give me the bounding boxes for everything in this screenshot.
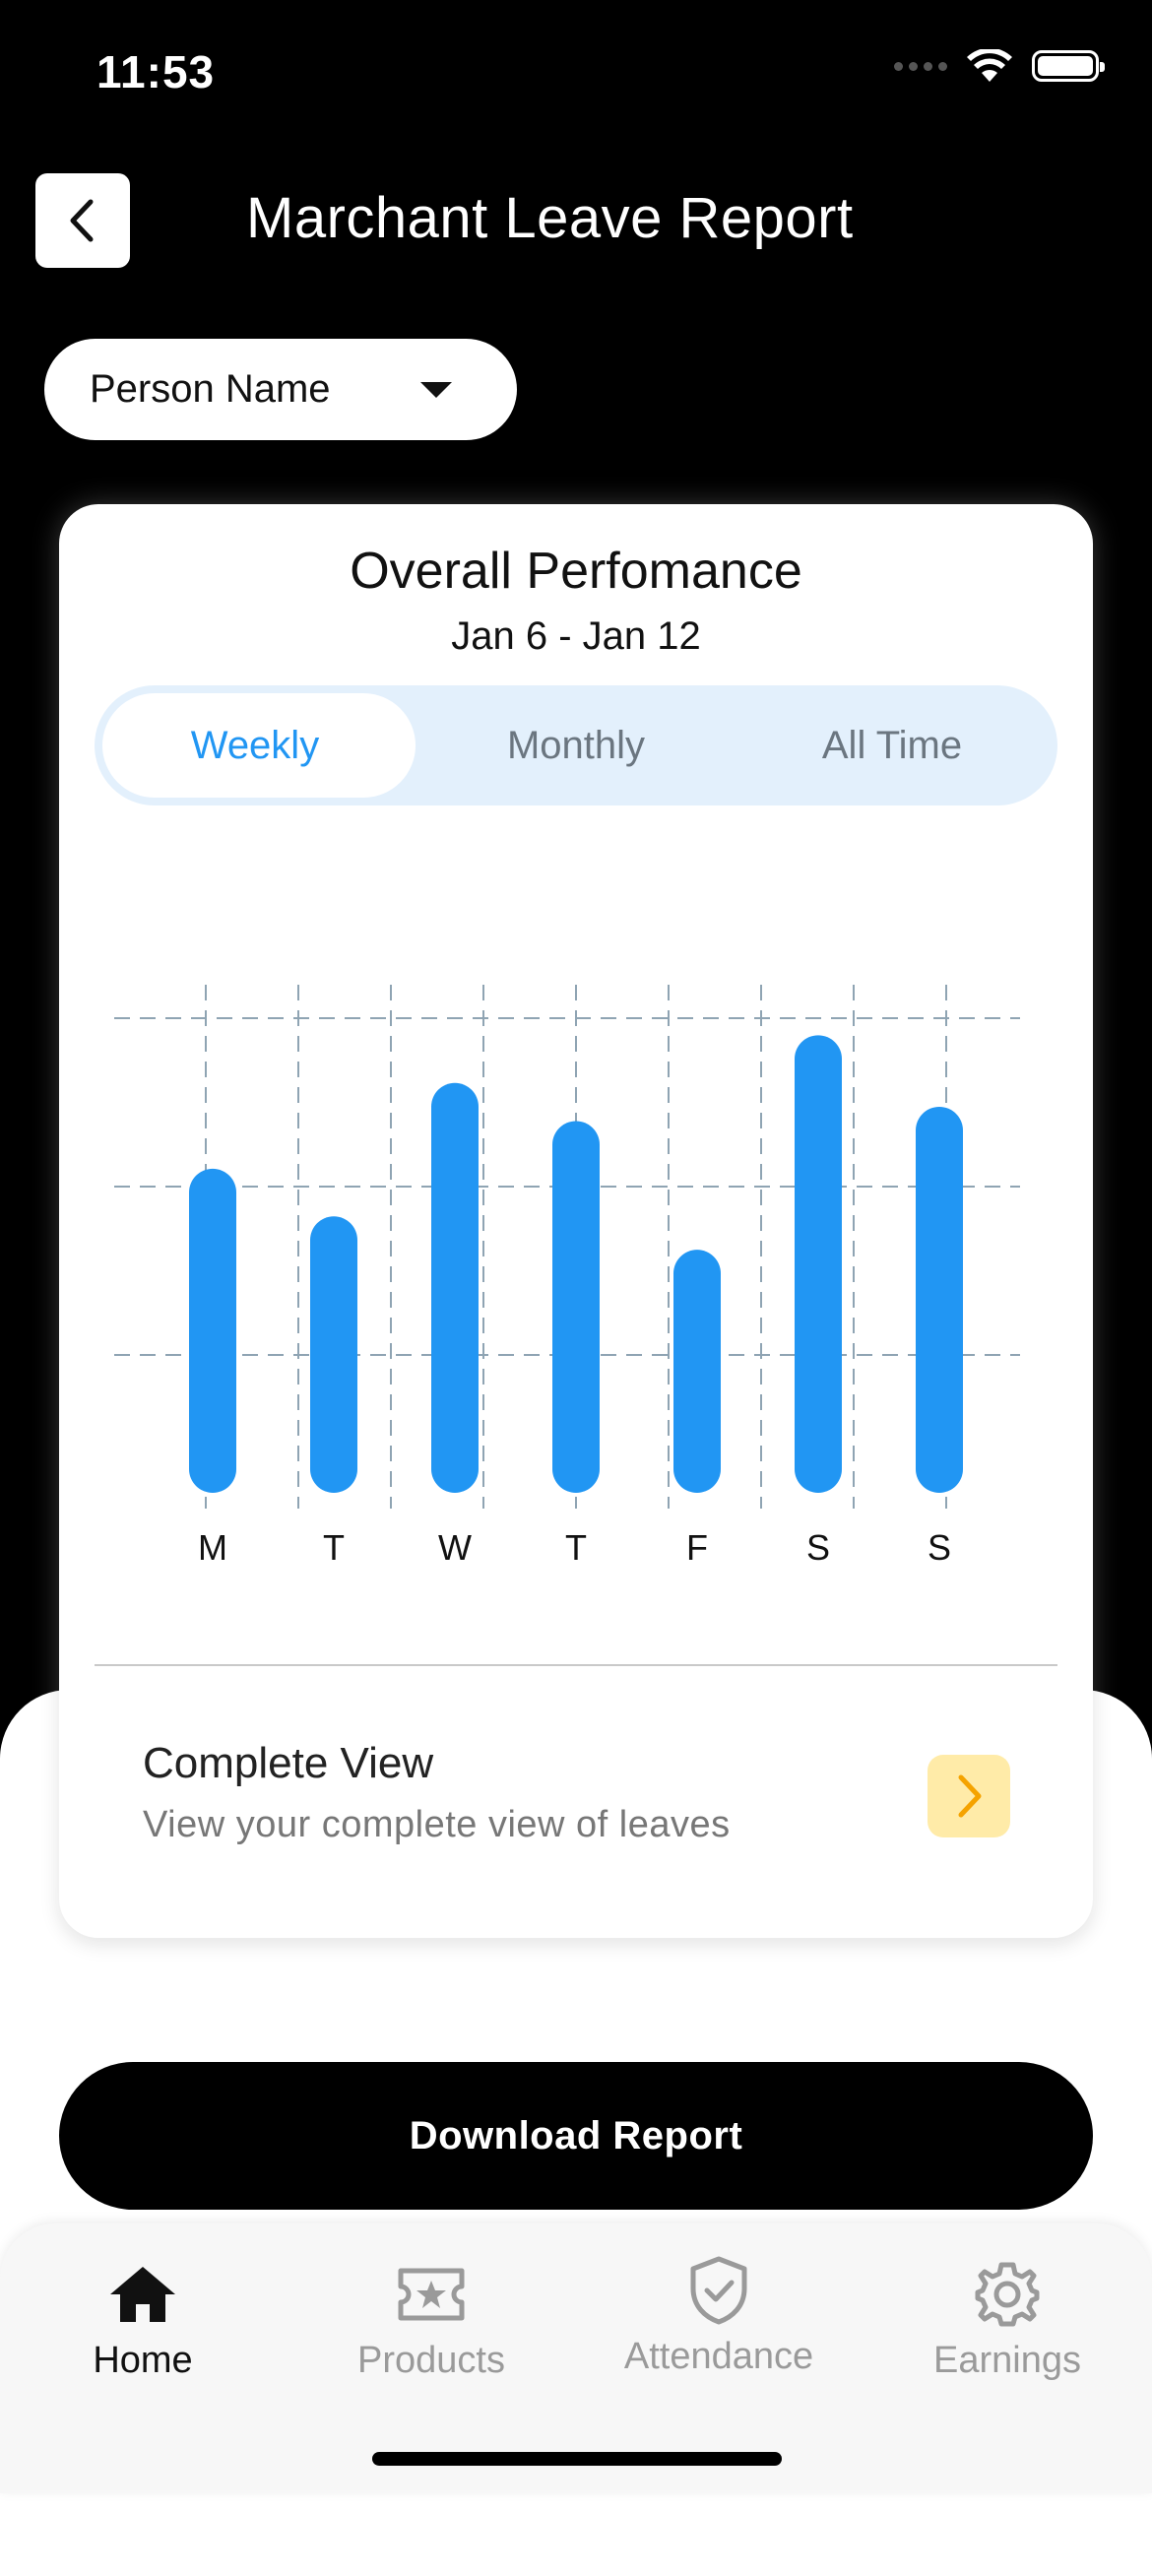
status-icons xyxy=(894,49,1105,83)
tab-weekly[interactable]: Weekly xyxy=(97,685,413,805)
card-title: Overall Perfomance xyxy=(350,543,802,600)
chart-bar xyxy=(431,1082,479,1493)
page-title: Marchant Leave Report xyxy=(246,186,854,250)
chart-bar xyxy=(310,1216,357,1493)
status-time: 11:53 xyxy=(96,46,216,97)
status-bar: 11:53 xyxy=(0,0,1152,148)
chevron-left-icon xyxy=(70,199,94,242)
x-tick-label: W xyxy=(438,1527,472,1568)
tab-attendance[interactable]: Attendance xyxy=(596,2249,842,2378)
x-tick-label: M xyxy=(198,1527,227,1568)
chart-bar xyxy=(916,1106,963,1493)
weekly-leave-chart: MTWTFSS xyxy=(95,918,1059,1587)
x-tick-label: T xyxy=(565,1527,587,1568)
ticket-star-icon xyxy=(398,2268,465,2321)
chevron-right-icon xyxy=(958,1774,982,1818)
chart-bar xyxy=(673,1250,721,1493)
tab-products[interactable]: Products xyxy=(308,2253,554,2382)
tab-all-time[interactable]: All Time xyxy=(735,685,1050,805)
chart-bar xyxy=(189,1168,236,1493)
back-button[interactable] xyxy=(35,173,130,268)
chart-bar xyxy=(552,1121,600,1493)
shield-check-icon xyxy=(690,2256,747,2325)
chart-bar xyxy=(795,1035,842,1493)
person-name-dropdown[interactable]: Person Name xyxy=(44,339,517,440)
period-segmented-control: Weekly Monthly All Time xyxy=(95,685,1057,805)
tab-earnings[interactable]: Earnings xyxy=(884,2253,1130,2382)
x-tick-label: S xyxy=(806,1527,830,1568)
tab-home-label: Home xyxy=(93,2340,193,2381)
cellular-signal-icon xyxy=(894,61,947,71)
complete-view-button[interactable] xyxy=(928,1755,1010,1837)
x-tick-label: S xyxy=(928,1527,951,1568)
complete-view-subtitle: View your complete view of leaves xyxy=(143,1804,731,1845)
caret-down-icon xyxy=(420,382,452,398)
x-tick-label: F xyxy=(686,1527,708,1568)
person-name-label: Person Name xyxy=(90,367,331,411)
x-tick-label: T xyxy=(323,1527,345,1568)
date-range: Jan 6 - Jan 12 xyxy=(451,614,701,658)
complete-view-title: Complete View xyxy=(143,1739,434,1787)
wifi-icon xyxy=(967,49,1012,82)
tab-attendance-label: Attendance xyxy=(623,2336,814,2377)
bar-chart: MTWTFSS xyxy=(114,985,1020,1568)
tab-products-label: Products xyxy=(357,2340,505,2381)
download-report-button[interactable]: Download Report xyxy=(59,2062,1093,2210)
tab-home[interactable]: Home xyxy=(20,2253,266,2382)
tab-monthly[interactable]: Monthly xyxy=(418,685,734,805)
performance-card: Overall Perfomance Jan 6 - Jan 12 Weekly… xyxy=(59,504,1093,1938)
battery-icon xyxy=(1032,50,1105,82)
home-indicator xyxy=(372,2452,782,2466)
home-icon xyxy=(110,2267,175,2322)
divider xyxy=(95,1664,1057,1666)
tab-earnings-label: Earnings xyxy=(933,2340,1081,2381)
gear-icon xyxy=(975,2262,1040,2327)
